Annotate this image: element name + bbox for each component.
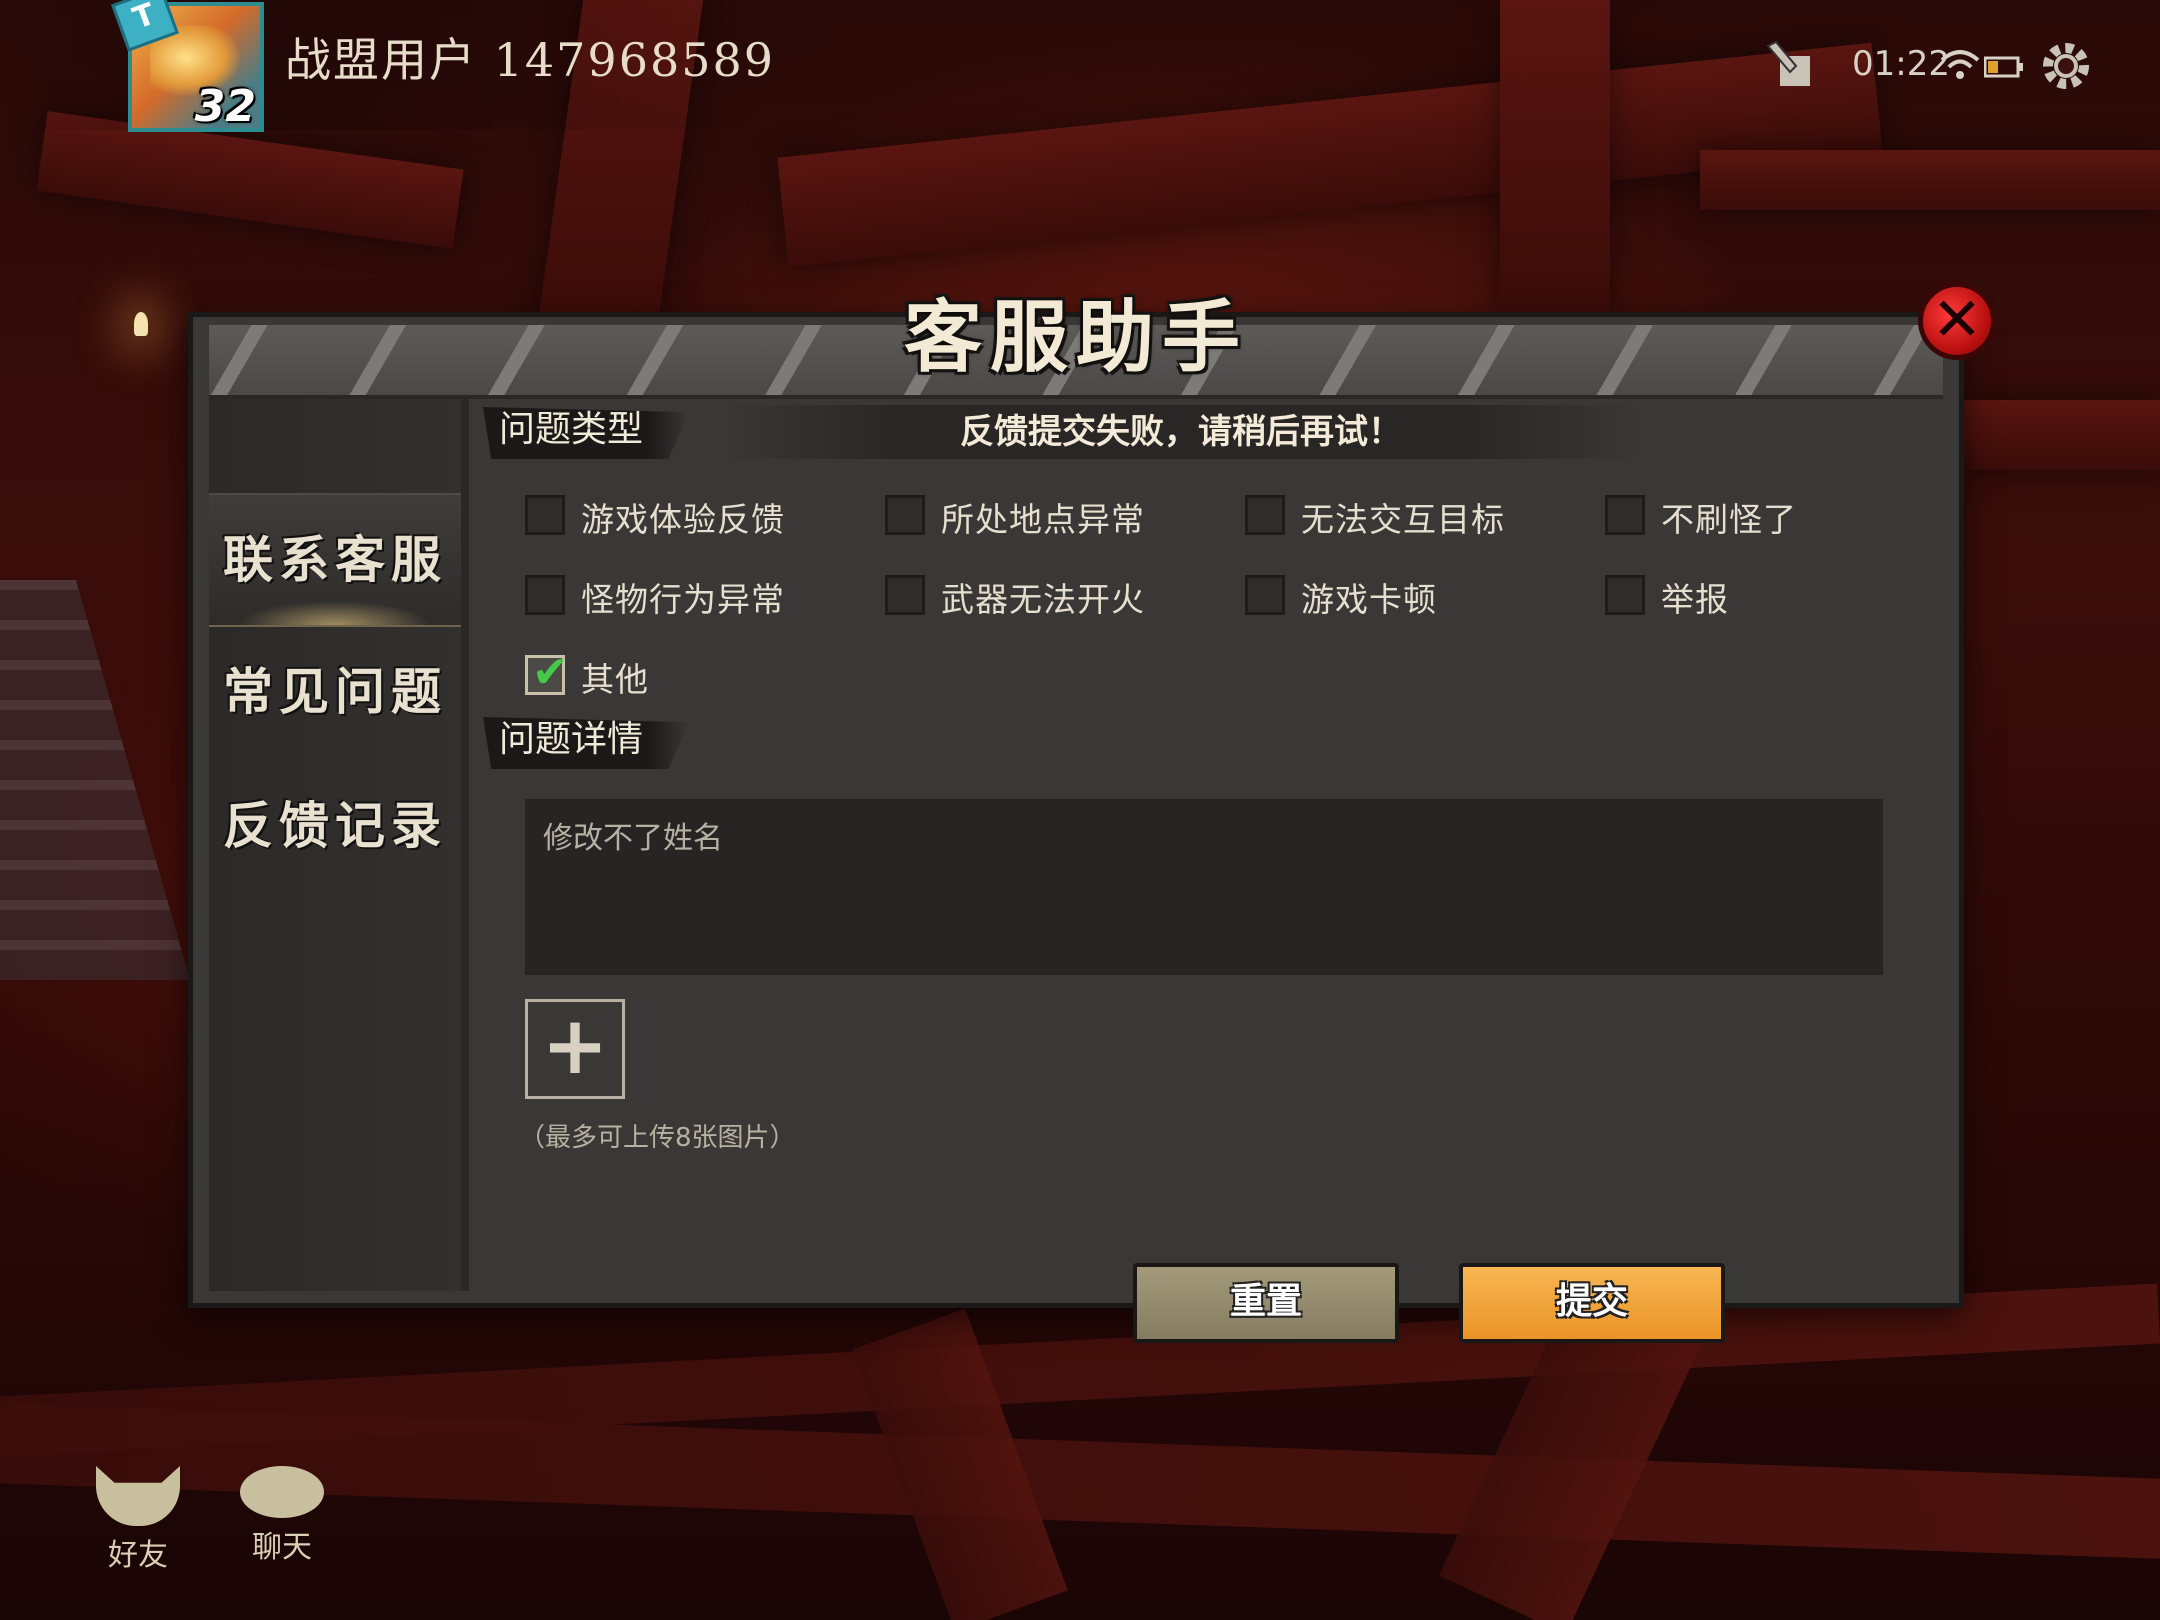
option-label: 所处地点异常 [941,500,1145,539]
edit-icon[interactable] [1766,40,1814,88]
checkbox[interactable] [885,495,925,535]
checkbox[interactable] [1245,495,1285,535]
clock: 01:22 [1852,44,1950,84]
chat-icon [240,1466,324,1518]
submit-button[interactable]: 提交 [1459,1263,1725,1343]
option-label: 无法交互目标 [1301,500,1505,539]
problem-type-label: 问题类型 [483,407,689,459]
friends-button[interactable]: 好友 [88,1466,188,1574]
checkmark-icon: ✔ [532,647,569,698]
checkbox[interactable] [885,575,925,615]
checkbox[interactable] [1605,575,1645,615]
chat-button[interactable]: 聊天 [232,1466,332,1566]
checkbox[interactable] [525,495,565,535]
chat-label: 聊天 [252,1530,312,1565]
tab-feedback-history[interactable]: 反馈记录 [209,761,461,891]
upload-hint: （最多可上传8张图片） [519,1123,796,1153]
problem-detail-input[interactable]: 修改不了姓名 [525,799,1883,975]
close-icon[interactable]: ✕ [1918,282,1996,360]
problem-detail-label: 问题详情 [483,717,689,769]
option-label: 怪物行为异常 [581,580,785,619]
wifi-icon [1940,50,1980,80]
username-label: 战盟用户 147968589 [285,33,776,87]
checkbox[interactable] [1245,575,1285,615]
option-label: 武器无法开火 [941,580,1145,619]
reset-button[interactable]: 重置 [1133,1263,1399,1343]
tab-faq[interactable]: 常见问题 [209,627,461,757]
checkbox-checked[interactable]: ✔ [525,648,569,698]
option-label: 举报 [1661,580,1729,619]
option-label: 其他 [581,660,649,699]
dialog-content: 问题类型 反馈提交失败，请稍后再试！ 游戏体验反馈 所处地点异常 无法交互目标 … [473,399,1943,1343]
dialog-title: 客服助手 [903,292,1248,383]
option-label: 游戏体验反馈 [581,500,785,539]
dialog-sidebar: 联系客服 常见问题 反馈记录 [209,399,469,1291]
friends-label: 好友 [108,1538,168,1573]
candle-decoration [134,312,148,336]
battery-icon [1983,56,2024,78]
tab-contact-support[interactable]: 联系客服 [209,493,461,627]
add-image-button[interactable]: + [525,999,625,1099]
option-label: 游戏卡顿 [1301,580,1437,619]
player-level: 32 [194,81,256,132]
option-label: 不刷怪了 [1661,500,1797,539]
error-toast: 反馈提交失败，请稍后再试！ [721,405,1641,459]
checkbox[interactable] [1605,495,1645,535]
checkbox[interactable] [525,575,565,615]
customer-service-dialog: 客服助手 联系客服 常见问题 反馈记录 问题类型 反馈提交失败，请稍后再试！ 游… [188,292,1964,1343]
settings-gear-icon[interactable] [2040,40,2092,92]
player-avatar[interactable]: T 32 [111,0,264,132]
friends-icon [96,1466,180,1526]
